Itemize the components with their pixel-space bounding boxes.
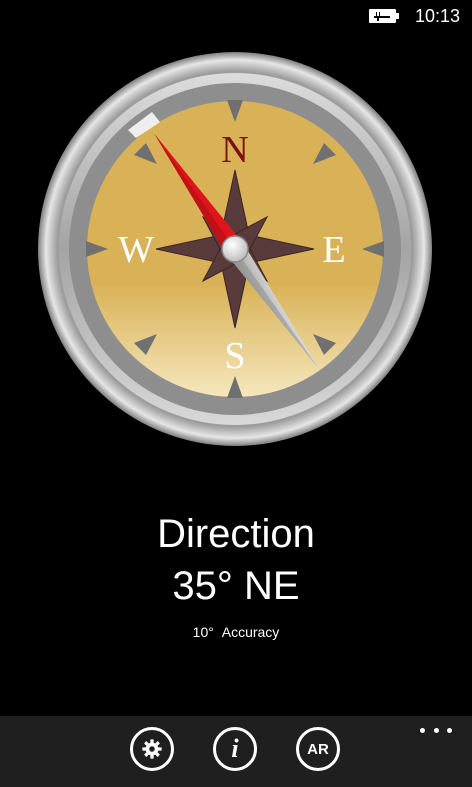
heading-readout: 35° NE (0, 560, 472, 612)
ellipsis-icon[interactable] (420, 722, 452, 738)
status-bar: 10:13 (0, 0, 472, 32)
accuracy-label: Accuracy (221, 624, 280, 640)
app-bar: i AR (0, 716, 472, 787)
more-dot (447, 727, 452, 733)
info-icon: i (231, 734, 239, 763)
accuracy-readout: 10° Accuracy (0, 622, 472, 642)
compass-graphic: N S W E (38, 52, 432, 446)
north-label: N (221, 129, 248, 171)
west-label: W (118, 229, 154, 271)
ar-button[interactable]: AR (296, 727, 340, 771)
south-label: S (224, 335, 245, 377)
more-dot (433, 727, 439, 733)
battery-charging-icon (369, 9, 399, 23)
settings-button[interactable] (130, 727, 174, 771)
direction-readout: Direction 35° NE 10° Accuracy (0, 508, 472, 642)
heading-degrees: 35° (172, 564, 233, 608)
heading-direction: NE (244, 564, 300, 608)
compass-dial: N S W E (36, 50, 434, 448)
direction-title: Direction (157, 512, 315, 556)
gear-icon (142, 739, 162, 759)
accuracy-value: 10° (192, 624, 214, 640)
status-clock: 10:13 (414, 6, 460, 26)
more-dot (420, 727, 425, 733)
compass-app-screen: 10:13 N S W E Direction 35° NE 10° Accur… (0, 0, 472, 787)
east-label: E (322, 229, 345, 271)
info-button[interactable]: i (213, 727, 257, 771)
needle-hub (221, 235, 249, 263)
ar-icon: AR (307, 740, 329, 758)
